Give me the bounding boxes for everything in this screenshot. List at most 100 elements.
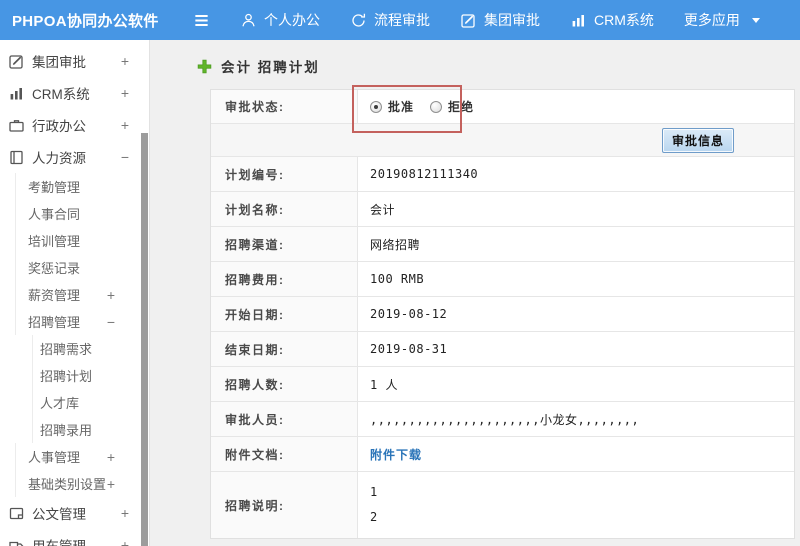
page-title-text: 会计 招聘计划: [221, 60, 320, 75]
field-value: 20190812111340: [370, 167, 479, 181]
field-label: 开始日期:: [211, 297, 358, 331]
field-value: 网络招聘: [370, 237, 421, 252]
field-label: 结束日期:: [211, 332, 358, 366]
field-label: 审批状态:: [211, 90, 358, 123]
sidebar-item[interactable]: 人事管理 +: [15, 443, 149, 470]
sidebar-item[interactable]: 公文管理 +: [0, 497, 149, 529]
detail-row: 招聘说明: 1 2: [211, 472, 794, 538]
expand-icon[interactable]: +: [121, 537, 129, 546]
collapse-icon[interactable]: −: [107, 314, 115, 330]
sidebar-menu: 集团审批 + CRM系统 + 行政办公 + 人力资源 − 考勤管理人事合同培训管理奖惩记录薪资管…: [0, 45, 149, 546]
sidebar-item[interactable]: 考勤管理: [15, 173, 149, 200]
detail-row: 招聘人数: 1 人: [211, 367, 794, 402]
edit-icon: [8, 53, 25, 70]
sidebar-item-label: 行政办公: [32, 119, 86, 134]
nav-item[interactable]: CRM系统: [570, 10, 654, 30]
detail-row: 附件文档: 附件下载: [211, 437, 794, 472]
process-icon: [350, 12, 367, 29]
nav-item[interactable]: 流程审批: [350, 10, 430, 30]
sidebar-item-label: 集团审批: [32, 55, 86, 70]
nav-item-label: 流程审批: [374, 12, 430, 28]
nav-item[interactable]: 更多应用: [684, 10, 760, 30]
detail-row: 审批人员: ,,,,,,,,,,,,,,,,,,,,,,小龙女,,,,,,,,: [211, 402, 794, 437]
chart-icon: [8, 85, 25, 102]
user-icon: [240, 12, 257, 29]
expand-icon[interactable]: +: [121, 117, 129, 133]
nav-item-label: 个人办公: [264, 12, 320, 28]
radio-reject[interactable]: [430, 100, 443, 113]
page-title: 会计 招聘计划: [150, 40, 800, 89]
detail-table: 审批状态: 批准 拒绝 审批信息 计划编号: 20190812111340 计划名称…: [210, 85, 795, 539]
attachment-download-link[interactable]: 附件下载: [370, 446, 422, 463]
chart-icon: [570, 12, 587, 29]
approval-options: 批准 拒绝: [358, 90, 794, 123]
field-label: 招聘费用:: [211, 262, 358, 296]
expand-icon[interactable]: +: [107, 287, 115, 303]
sidebar-item-label: 公文管理: [32, 507, 86, 522]
book-icon: [8, 149, 25, 166]
sidebar-item-label: 用车管理: [32, 535, 86, 546]
sidebar-item[interactable]: 招聘需求: [32, 335, 149, 362]
detail-row: 开始日期: 2019-08-12: [211, 297, 794, 332]
expand-icon[interactable]: +: [121, 85, 129, 101]
sidebar-item-label: 招聘计划: [40, 369, 93, 384]
sidebar-item-label: CRM系统: [32, 87, 90, 102]
nav-item-label: 更多应用: [683, 12, 740, 28]
field-value: 12: [358, 472, 794, 538]
sidebar-item[interactable]: 基础类别设置 +: [15, 470, 149, 497]
sidebar-item[interactable]: 集团审批 +: [0, 45, 149, 77]
approval-button-row: 审批信息: [211, 124, 794, 157]
field-label: 招聘说明:: [211, 472, 358, 538]
sidebar-item[interactable]: 人事合同: [15, 200, 149, 227]
sidebar-item-label: 人力资源: [32, 151, 86, 166]
sidebar-item[interactable]: 人才库: [32, 389, 149, 416]
sidebar-item-label: 考勤管理: [28, 180, 81, 195]
nav-item-label: CRM系统: [594, 12, 654, 28]
top-navigation: 个人办公 流程审批 集团审批 CRM系统 更多应用: [240, 10, 760, 30]
sidebar-item[interactable]: CRM系统 +: [0, 77, 149, 109]
sidebar-item[interactable]: 人力资源 −: [0, 141, 149, 173]
hamburger-menu-icon[interactable]: [192, 11, 216, 30]
sidebar: 集团审批 + CRM系统 + 行政办公 + 人力资源 − 考勤管理人事合同培训管理奖惩记录薪资管…: [0, 40, 150, 546]
field-label: 附件文档:: [211, 437, 358, 471]
radio-approve[interactable]: [370, 100, 382, 113]
sidebar-item-label: 培训管理: [28, 234, 81, 249]
sidebar-item[interactable]: 招聘管理 −: [15, 308, 149, 335]
detail-row: 计划编号: 20190812111340: [211, 157, 794, 192]
car-icon: [8, 537, 25, 546]
radio-approve-label[interactable]: 批准: [388, 98, 414, 115]
collapse-icon[interactable]: −: [121, 149, 129, 165]
expand-icon[interactable]: +: [121, 505, 129, 521]
sidebar-item[interactable]: 培训管理: [15, 227, 149, 254]
nav-item[interactable]: 集团审批: [460, 10, 540, 30]
nav-item[interactable]: 个人办公: [240, 10, 320, 30]
field-label: 招聘渠道:: [211, 227, 358, 261]
field-label: 招聘人数:: [211, 367, 358, 401]
detail-row: 招聘渠道: 网络招聘: [211, 227, 794, 262]
sidebar-scrollbar[interactable]: [141, 133, 148, 546]
sidebar-item[interactable]: 薪资管理 +: [15, 281, 149, 308]
topbar: PHPOA协同办公软件 个人办公 流程审批 集团审批 CRM系统 更多应用: [0, 0, 800, 40]
expand-icon[interactable]: +: [107, 476, 115, 492]
detail-table-rows: 计划编号: 20190812111340 计划名称: 会计 招聘渠道: 网络招聘 招聘费用:…: [211, 157, 794, 538]
sidebar-item[interactable]: 用车管理 +: [0, 529, 149, 546]
expand-icon[interactable]: +: [107, 449, 115, 465]
field-label: 计划名称:: [211, 192, 358, 226]
field-value-line: 2: [370, 510, 378, 524]
detail-row: 招聘费用: 100 RMB: [211, 262, 794, 297]
radio-reject-label[interactable]: 拒绝: [448, 98, 474, 115]
sidebar-item[interactable]: 行政办公 +: [0, 109, 149, 141]
approval-info-button[interactable]: 审批信息: [661, 127, 734, 153]
app-logo[interactable]: PHPOA协同办公软件: [0, 10, 178, 31]
field-label: 审批人员:: [211, 402, 358, 436]
expand-icon[interactable]: +: [121, 53, 129, 69]
sidebar-item[interactable]: 奖惩记录: [15, 254, 149, 281]
document-icon: [8, 505, 25, 522]
sidebar-item[interactable]: 招聘计划: [32, 362, 149, 389]
sidebar-item-label: 薪资管理: [28, 288, 81, 303]
sidebar-item[interactable]: 招聘录用: [32, 416, 149, 443]
sidebar-item-label: 招聘需求: [40, 342, 93, 357]
sidebar-item-label: 基础类别设置: [28, 477, 107, 492]
caret-down-icon: [751, 17, 760, 23]
sidebar-item-label: 奖惩记录: [28, 261, 81, 276]
